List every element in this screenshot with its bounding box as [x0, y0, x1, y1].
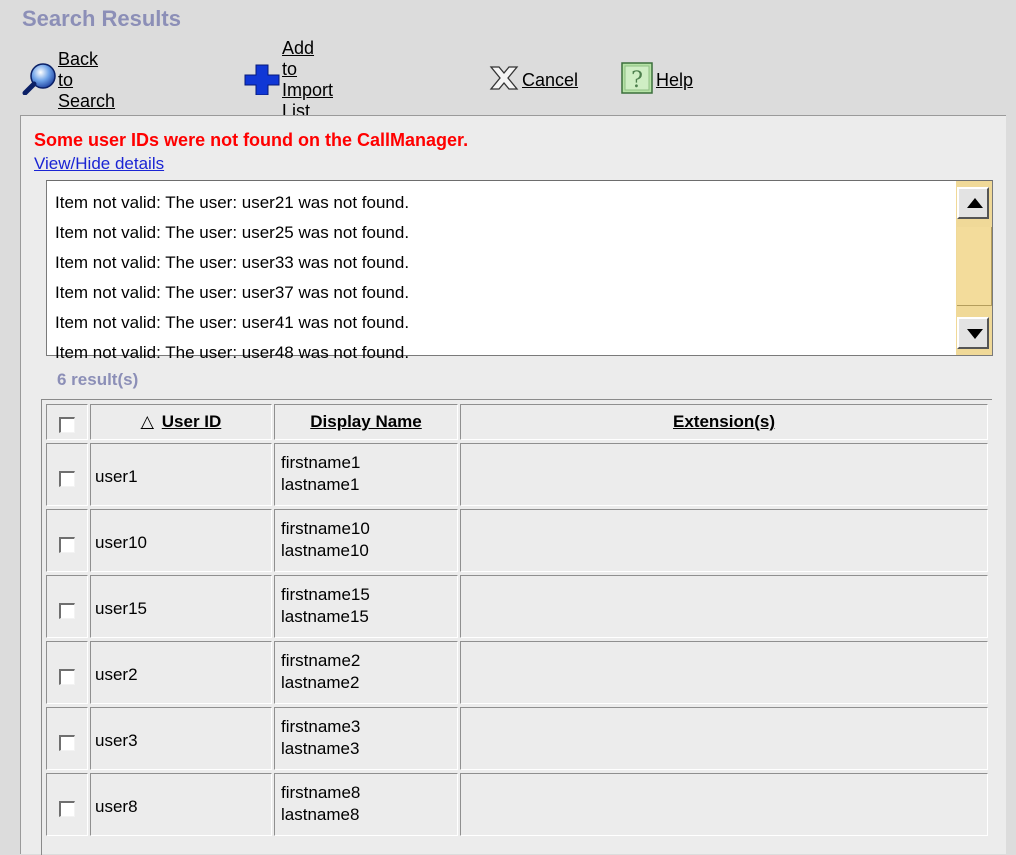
display-name-cell: firstname1 lastname1 — [274, 443, 458, 506]
add-to-import-list-button[interactable]: Add to Import List — [242, 38, 333, 121]
display-name-cell: firstname2 lastname2 — [274, 641, 458, 704]
column-header-extensions-label: Extension(s) — [672, 412, 776, 431]
cancel-icon — [486, 61, 522, 100]
details-scrollbar[interactable] — [956, 181, 992, 355]
arrow-down-icon — [967, 329, 983, 339]
first-name: firstname15 — [281, 585, 370, 604]
table-row: user1 — [90, 443, 272, 506]
row-select-cell — [46, 509, 88, 572]
results-table: △ User ID Display Name Extension(s) user… — [41, 399, 992, 855]
extensions-cell — [460, 509, 988, 572]
error-message: Some user IDs were not found on the Call… — [34, 130, 469, 150]
first-name: firstname8 — [281, 783, 361, 802]
column-header-extensions[interactable]: Extension(s) — [460, 404, 988, 440]
extensions-cell — [460, 707, 988, 770]
details-line: Item not valid: The user: user25 was not… — [55, 223, 410, 242]
first-name: firstname3 — [281, 717, 361, 736]
row-checkbox[interactable] — [59, 669, 75, 685]
row-select-cell — [46, 707, 88, 770]
details-line: Item not valid: The user: user41 was not… — [55, 313, 410, 332]
row-checkbox[interactable] — [59, 537, 75, 553]
scroll-thumb[interactable] — [957, 227, 992, 306]
page-title: Search Results — [22, 6, 181, 31]
row-select-cell — [46, 641, 88, 704]
details-list: Item not valid: The user: user21 was not… — [55, 188, 409, 368]
back-to-search-label: Back to Search — [58, 48, 116, 111]
details-line: Item not valid: The user: user37 was not… — [55, 283, 410, 302]
row-checkbox[interactable] — [59, 801, 75, 817]
column-header-user-id[interactable]: △ User ID — [90, 404, 272, 440]
help-label: Help — [656, 69, 694, 90]
scroll-down-button[interactable] — [957, 317, 989, 349]
extensions-cell — [460, 575, 988, 638]
last-name: lastname1 — [281, 475, 360, 494]
column-header-display-name-label: Display Name — [310, 412, 422, 431]
help-button[interactable]: ? Help — [620, 61, 694, 100]
row-checkbox[interactable] — [59, 735, 75, 751]
table-row: user10 — [90, 509, 272, 572]
user-id-cell: user15 — [95, 599, 147, 618]
result-count: 6 result(s) — [57, 370, 139, 389]
last-name: lastname3 — [281, 739, 360, 758]
row-select-cell — [46, 773, 88, 836]
row-checkbox[interactable] — [59, 603, 75, 619]
details-line: Item not valid: The user: user21 was not… — [55, 193, 410, 212]
view-hide-details-link[interactable]: View/Hide details — [34, 154, 164, 174]
results-panel: Some user IDs were not found on the Call… — [20, 115, 1006, 855]
cancel-button[interactable]: Cancel — [486, 63, 578, 97]
table-row: user8 — [90, 773, 272, 836]
details-line: Item not valid: The user: user33 was not… — [55, 253, 410, 272]
table-row: user3 — [90, 707, 272, 770]
header-select-cell — [46, 404, 88, 440]
back-to-search-button[interactable]: Back to Search — [22, 49, 115, 111]
arrow-up-icon — [967, 198, 983, 208]
scroll-up-button[interactable] — [957, 187, 989, 219]
row-checkbox[interactable] — [59, 471, 75, 487]
display-name-cell: firstname10 lastname10 — [274, 509, 458, 572]
user-id-cell: user3 — [95, 731, 138, 750]
column-header-display-name[interactable]: Display Name — [274, 404, 458, 440]
row-select-cell — [46, 443, 88, 506]
help-icon: ? — [620, 61, 656, 100]
sort-ascending-icon: △ — [140, 412, 154, 431]
display-name-cell: firstname15 lastname15 — [274, 575, 458, 638]
table-row: user15 — [90, 575, 272, 638]
user-id-cell: user10 — [95, 533, 147, 552]
search-icon — [22, 61, 58, 100]
extensions-cell — [460, 641, 988, 704]
add-to-import-list-label: Add to Import List — [282, 38, 334, 121]
last-name: lastname2 — [281, 673, 360, 692]
user-id-cell: user2 — [95, 665, 138, 684]
first-name: firstname2 — [281, 651, 361, 670]
first-name: firstname1 — [281, 453, 361, 472]
last-name: lastname10 — [281, 541, 369, 560]
svg-text:?: ? — [631, 68, 643, 93]
row-select-cell — [46, 575, 88, 638]
display-name-cell: firstname3 lastname3 — [274, 707, 458, 770]
extensions-cell — [460, 773, 988, 836]
last-name: lastname15 — [281, 607, 369, 626]
last-name: lastname8 — [281, 805, 360, 824]
extensions-cell — [460, 443, 988, 506]
cancel-label: Cancel — [522, 69, 579, 90]
display-name-cell: firstname8 lastname8 — [274, 773, 458, 836]
user-id-cell: user1 — [95, 467, 138, 486]
table-row: user2 — [90, 641, 272, 704]
user-id-cell: user8 — [95, 797, 138, 816]
select-all-checkbox[interactable] — [59, 417, 75, 433]
plus-icon — [242, 61, 282, 100]
first-name: firstname10 — [281, 519, 370, 538]
details-line: Item not valid: The user: user48 was not… — [55, 343, 410, 362]
details-box[interactable]: Item not valid: The user: user21 was not… — [46, 180, 993, 362]
column-header-user-id-label: User ID — [161, 412, 222, 431]
